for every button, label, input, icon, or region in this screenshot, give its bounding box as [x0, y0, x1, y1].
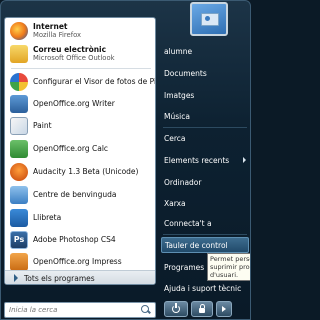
right-item-pictures[interactable]: Imatges — [161, 87, 249, 103]
right-item-music[interactable]: Música — [161, 108, 249, 124]
start-menu: Internet Mozilla Firefox Correu electròn… — [0, 0, 251, 320]
separator — [163, 127, 247, 128]
separator — [11, 68, 151, 69]
control-panel-tooltip: Permet perso suprimir prog d'usuari. — [207, 253, 251, 281]
right-item-documents[interactable]: Documents — [161, 65, 249, 81]
tooltip-line: suprimir prog — [210, 263, 251, 271]
pinned-item-title: Correu electrònic — [33, 45, 107, 54]
recent-item-notebook[interactable]: Llibreta — [5, 207, 155, 228]
recent-item-paint[interactable]: Paint — [5, 115, 155, 136]
firefox-icon — [10, 22, 28, 40]
lock-icon — [199, 304, 205, 313]
impress-icon — [10, 252, 28, 271]
all-programs-label: Tots els programes — [24, 273, 95, 283]
arrow-right-icon — [222, 306, 226, 312]
separator — [163, 234, 247, 235]
recent-item-label: Audacity 1.3 Beta (Unicode) — [33, 167, 139, 176]
recent-item-audacity[interactable]: Audacity 1.3 Beta (Unicode) — [5, 161, 155, 182]
user-card-icon — [201, 13, 219, 26]
user-dot-icon — [205, 16, 210, 21]
search-input[interactable] — [5, 303, 139, 317]
right-item-recent-items[interactable]: Elements recents — [161, 152, 249, 168]
search-box — [4, 302, 156, 318]
pinned-item-email[interactable]: Correu electrònic Microsoft Office Outlo… — [5, 43, 155, 65]
recent-item-label: Adobe Photoshop CS4 — [33, 235, 116, 244]
recent-item-picasa[interactable]: Configurar el Visor de fotos de Picasa — [5, 71, 155, 92]
right-item-computer[interactable]: Ordinador — [161, 174, 249, 190]
notebook-icon — [10, 208, 28, 227]
recent-item-welcome-center[interactable]: Centre de benvinguda — [5, 184, 155, 205]
power-button[interactable] — [164, 301, 188, 317]
calc-icon — [10, 139, 28, 158]
recent-item-label: OpenOffice.org Impress — [33, 257, 122, 266]
power-icon — [172, 303, 180, 313]
photoshop-icon: Ps — [10, 230, 28, 249]
search-icon[interactable] — [141, 305, 151, 315]
right-item-help-support[interactable]: Ajuda i suport tècnic — [161, 280, 249, 296]
audacity-icon — [10, 162, 28, 181]
all-programs-button[interactable]: Tots els programes — [5, 270, 155, 284]
arrow-right-icon — [14, 274, 18, 282]
recent-item-label: Llibreta — [33, 213, 62, 222]
recent-item-label: Configurar el Visor de fotos de Picasa — [33, 77, 156, 86]
programs-pane: Internet Mozilla Firefox Correu electròn… — [4, 17, 156, 285]
right-item-connect-to[interactable]: Connecta't a — [161, 215, 249, 231]
more-options-button[interactable] — [216, 301, 232, 317]
recent-item-label: OpenOffice.org Calc — [33, 144, 109, 153]
recent-item-label: OpenOffice.org Writer — [33, 99, 115, 108]
recent-item-calc[interactable]: OpenOffice.org Calc — [5, 138, 155, 159]
recent-item-label: Centre de benvinguda — [33, 190, 117, 199]
outlook-icon — [10, 45, 28, 63]
paint-icon — [10, 116, 28, 135]
pinned-item-subtitle: Mozilla Firefox — [33, 31, 82, 39]
user-picture[interactable] — [190, 2, 228, 36]
recent-item-photoshop[interactable]: Ps Adobe Photoshop CS4 — [5, 229, 155, 250]
lock-button[interactable] — [191, 301, 213, 317]
arrow-right-icon — [243, 157, 246, 163]
recent-item-impress[interactable]: OpenOffice.org Impress — [5, 251, 155, 272]
recent-item-writer[interactable]: OpenOffice.org Writer — [5, 93, 155, 114]
right-item-control-panel[interactable]: Tauler de control — [161, 237, 249, 253]
tooltip-line: d'usuari. — [210, 271, 239, 279]
picasa-icon — [10, 72, 28, 91]
pinned-item-title: Internet — [33, 22, 68, 31]
right-item-network[interactable]: Xarxa — [161, 195, 249, 211]
welcome-center-icon — [10, 185, 28, 204]
pinned-item-internet[interactable]: Internet Mozilla Firefox — [5, 20, 155, 42]
recent-item-label: Paint — [33, 121, 52, 130]
pinned-item-subtitle: Microsoft Office Outlook — [33, 54, 115, 62]
right-item-search[interactable]: Cerca — [161, 130, 249, 146]
right-item-label: Elements recents — [164, 155, 230, 165]
tooltip-line: Permet perso — [210, 255, 251, 263]
writer-icon — [10, 94, 28, 113]
right-item-user[interactable]: alumne — [161, 43, 249, 59]
